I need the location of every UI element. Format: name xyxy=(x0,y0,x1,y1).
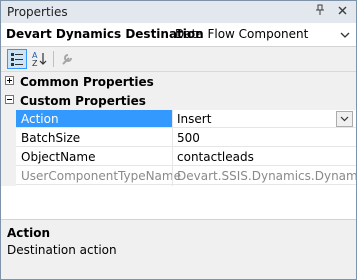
title-bar[interactable]: Properties xyxy=(1,1,356,23)
property-name[interactable]: ObjectName xyxy=(16,148,172,166)
property-value[interactable]: Insert xyxy=(173,110,356,128)
property-grid: Common Properties Custom Properties Acti… xyxy=(1,72,356,186)
property-row-usercomponenttypename[interactable]: UserComponentTypeName Devart.SSIS.Dynami… xyxy=(1,167,356,186)
object-type: Data Flow Component xyxy=(175,27,309,41)
expand-icon[interactable] xyxy=(5,76,14,85)
property-pages-icon[interactable] xyxy=(57,49,77,69)
property-value[interactable]: 500 xyxy=(173,129,356,147)
object-selector[interactable]: Devart Dynamics Destination Data Flow Co… xyxy=(1,23,356,47)
categorized-icon[interactable] xyxy=(7,49,27,69)
alphabetical-icon[interactable]: A Z xyxy=(30,49,50,69)
close-icon[interactable] xyxy=(333,3,351,21)
property-value: Devart.SSIS.Dynamics.DynamicsDe xyxy=(173,167,356,185)
toolbar: A Z xyxy=(1,47,356,72)
dropdown-button[interactable] xyxy=(336,111,353,127)
property-value[interactable]: contactleads xyxy=(173,148,356,166)
description-title: Action xyxy=(7,226,51,240)
category-label: Common Properties xyxy=(20,75,154,89)
toolbar-separator xyxy=(53,51,54,67)
property-row-action[interactable]: Action Insert xyxy=(1,110,356,129)
property-name[interactable]: Action xyxy=(16,110,172,128)
pin-icon[interactable] xyxy=(311,3,329,21)
category-custom-properties[interactable]: Custom Properties xyxy=(1,91,356,110)
grid-empty-area xyxy=(1,186,356,219)
property-row-batchsize[interactable]: BatchSize 500 xyxy=(1,129,356,148)
description-pane: Action Destination action xyxy=(1,220,356,279)
chevron-down-icon[interactable] xyxy=(340,29,350,39)
property-name[interactable]: BatchSize xyxy=(16,129,172,147)
properties-window: Properties Devart Dynamics Destination D… xyxy=(0,0,357,280)
property-row-objectname[interactable]: ObjectName contactleads xyxy=(1,148,356,167)
description-text: Destination action xyxy=(7,243,117,257)
collapse-icon[interactable] xyxy=(5,95,14,104)
window-title: Properties xyxy=(7,5,68,19)
property-name[interactable]: UserComponentTypeName xyxy=(16,167,181,185)
svg-text:Z: Z xyxy=(32,59,38,68)
category-common-properties[interactable]: Common Properties xyxy=(1,72,356,91)
category-label: Custom Properties xyxy=(20,94,146,108)
